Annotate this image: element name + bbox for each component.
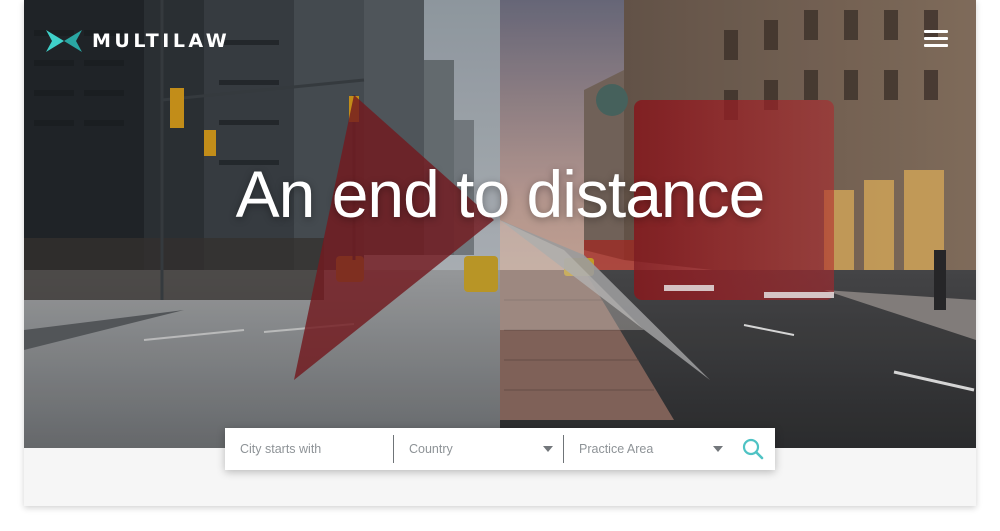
hero-banner: MULTILAW An end to distance	[24, 0, 976, 448]
country-placeholder: Country	[409, 442, 453, 456]
country-select[interactable]: Country	[393, 435, 563, 463]
hamburger-menu-icon[interactable]	[922, 28, 952, 50]
practice-area-select[interactable]: Practice Area	[563, 435, 733, 463]
city-search-input[interactable]: City starts with	[225, 428, 393, 470]
search-button[interactable]	[733, 428, 773, 470]
lawyer-search-bar: City starts with Country Practice Area	[225, 428, 775, 470]
chevron-down-icon	[713, 446, 723, 452]
practice-placeholder: Practice Area	[579, 442, 654, 456]
page-frame: MULTILAW An end to distance City starts …	[24, 0, 976, 506]
brand-name: MULTILAW	[92, 30, 231, 52]
multilaw-bowtie-logo-icon	[46, 30, 82, 52]
search-icon	[742, 438, 764, 460]
brand-logo[interactable]: MULTILAW	[46, 28, 230, 54]
city-placeholder: City starts with	[240, 442, 322, 456]
chevron-down-icon	[543, 446, 553, 452]
hero-headline: An end to distance	[235, 157, 766, 231]
